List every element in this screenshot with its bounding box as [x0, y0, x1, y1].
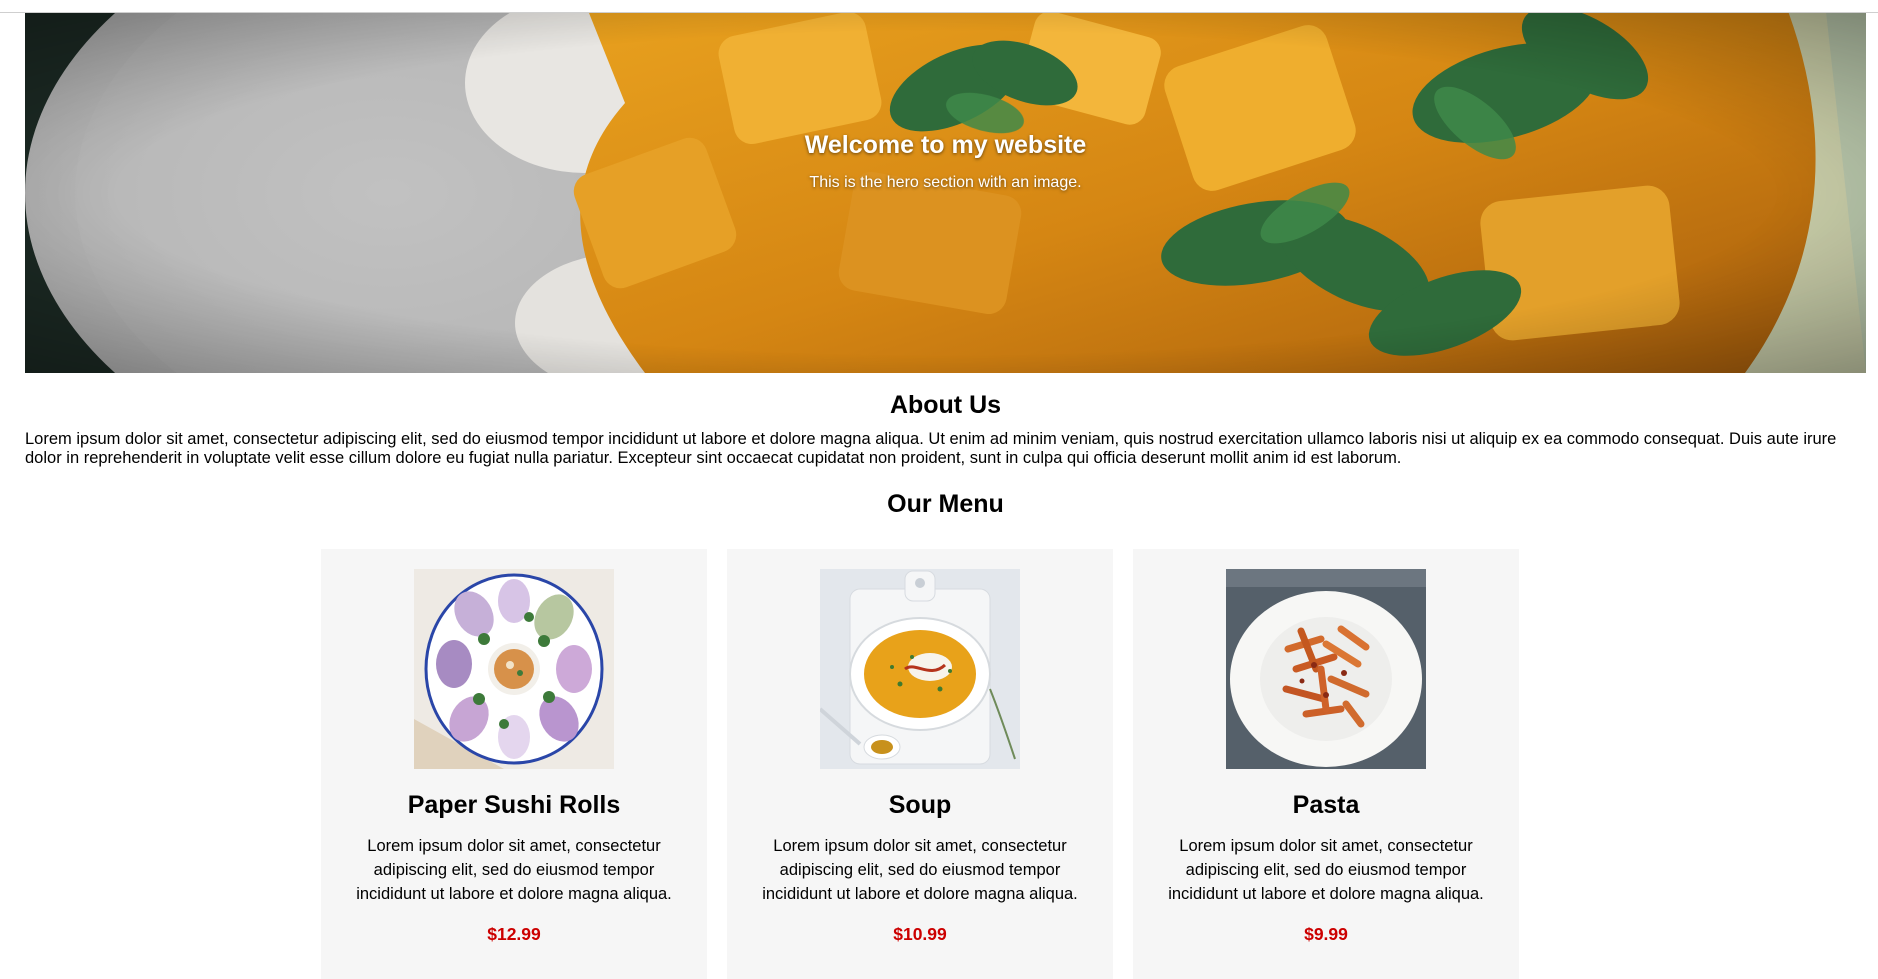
browser-top-edge	[0, 0, 1878, 13]
menu-item-price: $10.99	[893, 924, 947, 944]
menu-card: Soup Lorem ipsum dolor sit amet, consect…	[727, 549, 1113, 979]
menu-card: Pasta Lorem ipsum dolor sit amet, consec…	[1133, 549, 1519, 979]
hero-subtitle: This is the hero section with an image.	[809, 174, 1082, 191]
menu-item-description: Lorem ipsum dolor sit amet, consectetur …	[762, 837, 1078, 903]
menu-item-name: Pasta	[1292, 791, 1360, 819]
menu-item-name: Paper Sushi Rolls	[407, 791, 621, 819]
soup-bowl-image	[820, 569, 1020, 769]
spring-rolls-image	[414, 569, 614, 769]
pasta-plate-image	[1226, 569, 1426, 769]
menu-item-name: Soup	[888, 791, 952, 819]
about-text: Lorem ipsum dolor sit amet, consectetur …	[25, 430, 1837, 467]
hero-section: Welcome to my website This is the hero s…	[25, 13, 1866, 373]
hero-text: Welcome to my website This is the hero s…	[25, 131, 1866, 192]
curry-dish-image	[25, 13, 1866, 373]
menu-item-price: $9.99	[1304, 924, 1348, 944]
about-heading: About Us	[889, 391, 1002, 419]
page: Welcome to my website This is the hero s…	[25, 13, 1866, 519]
menu-item-price: $12.99	[487, 924, 541, 944]
menu-grid: Paper Sushi Rolls Lorem ipsum dolor sit …	[321, 549, 1519, 979]
hero-title: Welcome to my website	[804, 131, 1087, 159]
menu-heading: Our Menu	[887, 490, 1004, 518]
menu-card: Paper Sushi Rolls Lorem ipsum dolor sit …	[321, 549, 707, 979]
menu-item-description: Lorem ipsum dolor sit amet, consectetur …	[356, 837, 672, 903]
menu-item-description: Lorem ipsum dolor sit amet, consectetur …	[1168, 837, 1484, 903]
